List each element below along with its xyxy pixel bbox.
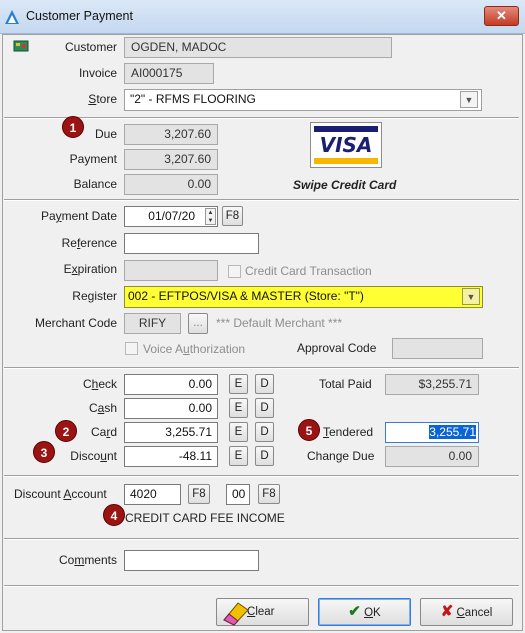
visa-logo-text: VISA <box>319 133 373 157</box>
invoice-label: Invoice <box>78 66 117 80</box>
cash-e-button[interactable]: E <box>229 398 248 418</box>
voice-authorization-checkbox <box>125 342 138 355</box>
discount-account-f8-button[interactable]: F8 <box>188 484 210 504</box>
comments-field[interactable] <box>124 550 259 571</box>
payment-field: 3,207.60 <box>124 149 218 170</box>
balance-field: 0.00 <box>124 174 218 195</box>
divider <box>4 117 519 119</box>
swipe-credit-card-label[interactable]: Swipe Credit Card <box>293 178 396 192</box>
customer-card-icon <box>13 40 29 52</box>
approval-code-label: Approval Code <box>297 341 377 355</box>
eraser-icon <box>223 602 249 626</box>
tendered-value: 3,255.71 <box>429 425 476 439</box>
discount-account-field[interactable]: 4020 <box>124 484 181 505</box>
cancel-label: Cancel <box>456 607 493 619</box>
store-label: Store <box>88 92 117 106</box>
store-value: "2" - RFMS FLOORING <box>130 92 256 106</box>
approval-code-field <box>392 338 483 359</box>
credit-card-transaction-checkbox <box>228 265 241 278</box>
expiration-field <box>124 260 218 281</box>
customer-label: Customer <box>64 40 117 54</box>
invoice-field: AI000175 <box>124 63 214 84</box>
card-field[interactable]: 3,255.71 <box>124 422 218 443</box>
voice-authorization-label: Voice Authorization <box>143 342 246 356</box>
chevron-down-icon[interactable]: ▼ <box>460 91 478 108</box>
badge-5: 5 <box>298 419 320 441</box>
total-paid-field: $3,255.71 <box>385 374 479 395</box>
discount-subaccount-field[interactable]: 00 <box>226 484 250 505</box>
cash-field[interactable]: 0.00 <box>124 398 218 419</box>
tendered-label: Tendered <box>323 425 374 439</box>
divider <box>4 367 519 369</box>
reference-field[interactable] <box>124 233 259 254</box>
cash-d-button[interactable]: D <box>255 398 274 418</box>
card-label: Card <box>90 425 117 439</box>
discount-field[interactable]: -48.11 <box>124 446 218 467</box>
divider <box>4 199 519 201</box>
ok-label: OK <box>364 607 381 619</box>
discount-d-button[interactable]: D <box>255 446 274 466</box>
check-field[interactable]: 0.00 <box>124 374 218 395</box>
payment-date-label: Payment Date <box>40 209 117 223</box>
customer-field: OGDEN, MADOC <box>124 37 392 58</box>
credit-card-transaction-label: Credit Card Transaction <box>245 264 372 278</box>
check-d-button[interactable]: D <box>255 374 274 394</box>
visa-card-icon[interactable]: VISA <box>310 122 382 168</box>
app-logo-icon <box>5 10 19 24</box>
ok-button[interactable]: ✔ OK <box>318 598 411 626</box>
clear-label: Clear <box>247 606 275 618</box>
divider <box>4 538 519 540</box>
comments-label: Comments <box>58 553 117 567</box>
card-d-button[interactable]: D <box>255 422 274 442</box>
expiration-label: Expiration <box>63 262 117 276</box>
date-f8-button[interactable]: F8 <box>222 206 243 226</box>
change-due-label: Change Due <box>307 449 375 463</box>
store-select[interactable]: "2" - RFMS FLOORING <box>124 89 482 111</box>
register-select[interactable]: 002 - EFTPOS/VISA & MASTER (Store: "T") <box>124 286 483 308</box>
title-bar: Customer Payment ✕ <box>0 0 525 34</box>
merchant-code-field: RIFY <box>124 313 181 334</box>
due-label: Due <box>94 127 117 141</box>
check-label: Check <box>82 377 117 391</box>
check-e-button[interactable]: E <box>229 374 248 394</box>
cash-label: Cash <box>88 401 117 415</box>
divider <box>4 585 519 587</box>
badge-4: 4 <box>103 504 125 526</box>
checkmark-icon: ✔ <box>348 603 361 620</box>
divider <box>4 475 519 477</box>
tendered-field[interactable]: 3,255.71 <box>385 422 479 443</box>
discount-subaccount-f8-button[interactable]: F8 <box>258 484 280 504</box>
payment-date-field[interactable]: 01/07/20 <box>124 206 218 227</box>
x-icon: ✘ <box>440 603 454 620</box>
chevron-down-icon[interactable]: ▼ <box>462 288 480 305</box>
cancel-button[interactable]: ✘ Cancel <box>420 598 513 626</box>
change-due-field: 0.00 <box>385 446 479 467</box>
discount-account-description: CREDIT CARD FEE INCOME <box>125 511 285 525</box>
date-spinner-icon[interactable]: ▲ ▼ <box>205 208 216 225</box>
discount-account-label: Discount Account <box>14 487 107 501</box>
merchant-code-label: Merchant Code <box>34 316 117 330</box>
default-merchant-label: *** Default Merchant *** <box>216 316 343 330</box>
discount-label: Discount <box>70 449 117 463</box>
card-e-button[interactable]: E <box>229 422 248 442</box>
discount-e-button[interactable]: E <box>229 446 248 466</box>
payment-label: Payment <box>69 152 117 166</box>
close-button[interactable]: ✕ <box>484 6 519 26</box>
merchant-lookup-button[interactable]: ... <box>188 313 208 334</box>
register-value: 002 - EFTPOS/VISA & MASTER (Store: "T") <box>128 289 364 303</box>
clear-button[interactable]: Clear <box>216 598 309 626</box>
balance-label: Balance <box>73 177 117 191</box>
due-field: 3,207.60 <box>124 124 218 145</box>
total-paid-label: Total Paid <box>319 377 372 391</box>
reference-label: Reference <box>61 236 117 250</box>
register-label: Register <box>72 289 117 303</box>
window-title: Customer Payment <box>26 9 133 23</box>
